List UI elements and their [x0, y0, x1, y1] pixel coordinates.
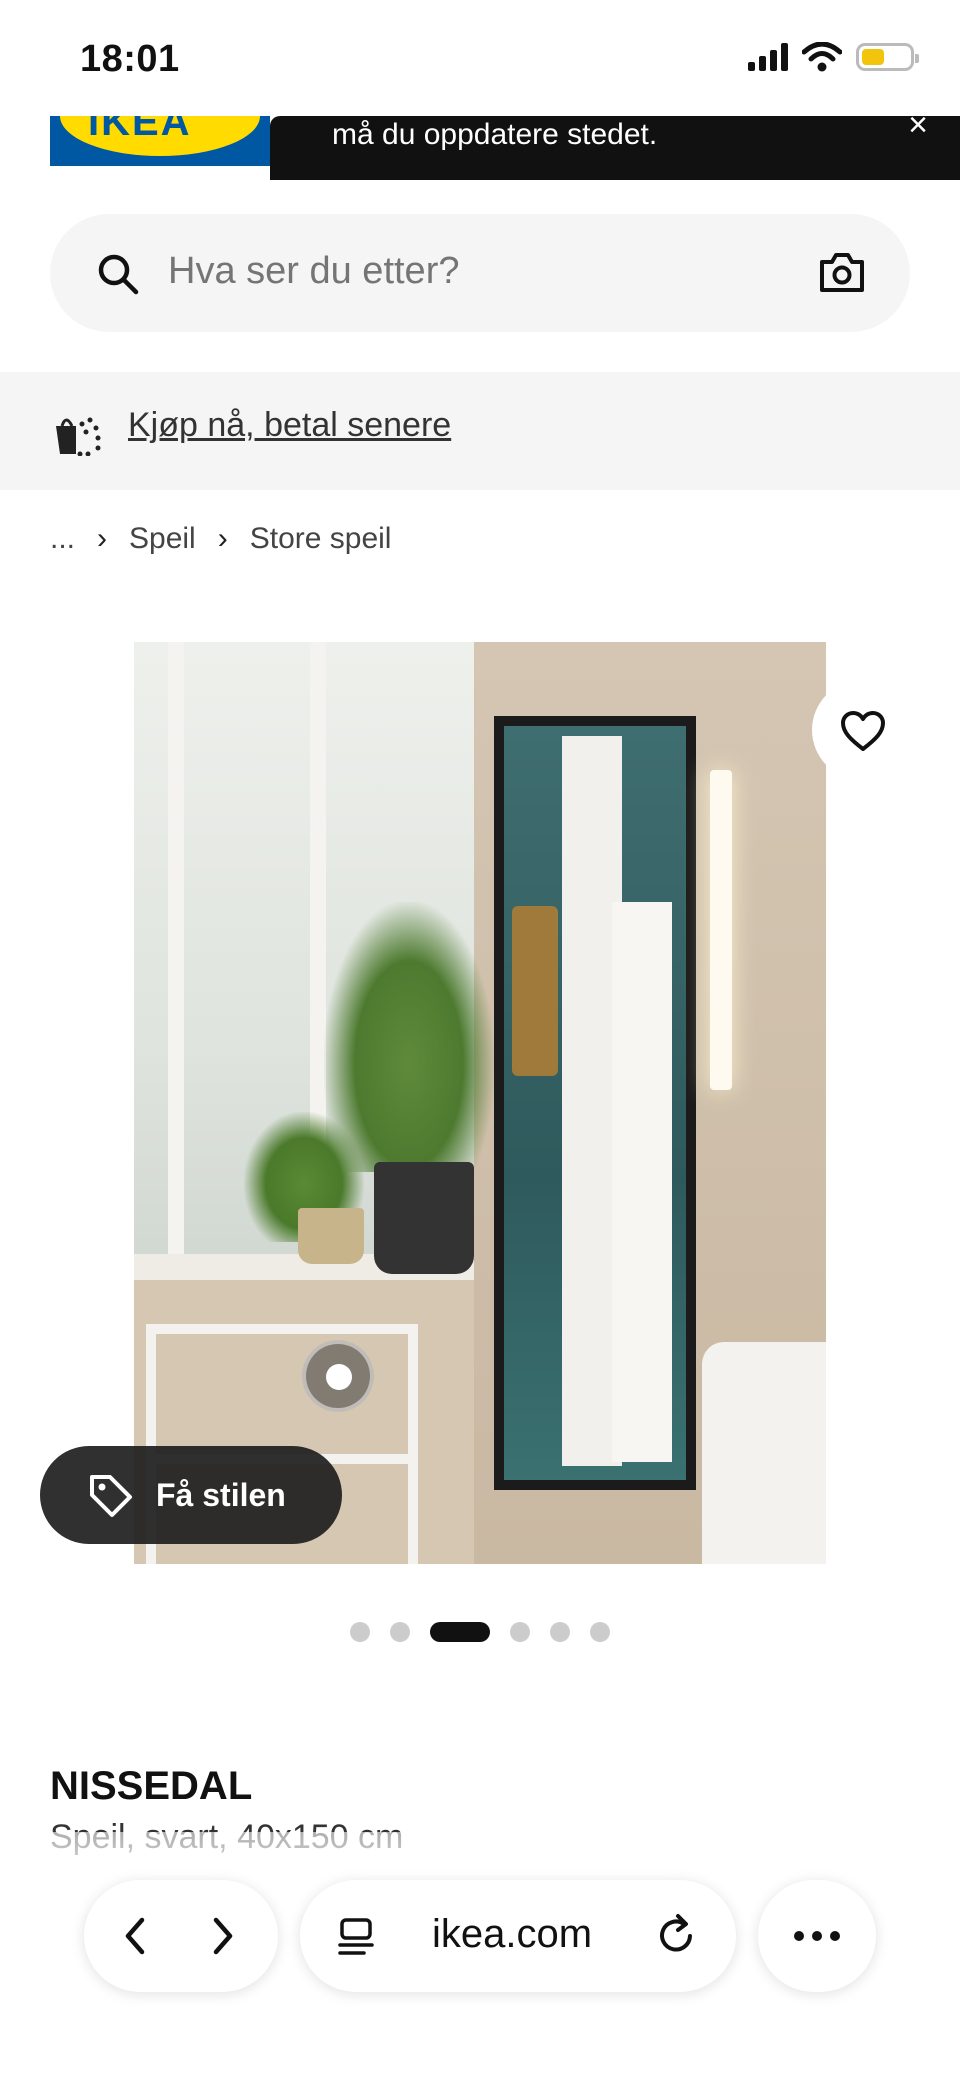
browser-nav-pill	[84, 1880, 278, 1992]
image-pot	[374, 1162, 474, 1274]
product-hotspot[interactable]	[302, 1340, 374, 1412]
favorite-button[interactable]	[812, 680, 912, 780]
breadcrumb: ... › Speil › Store speil	[50, 522, 391, 556]
reader-mode-icon[interactable]	[336, 1914, 376, 1958]
product-image[interactable]	[134, 642, 826, 1564]
status-icons	[748, 42, 919, 72]
address-bar[interactable]: ikea.com	[300, 1880, 736, 1992]
search-input[interactable]	[168, 250, 728, 293]
promo-banner: Kjøp nå, betal senere	[0, 372, 960, 490]
camera-icon[interactable]	[818, 250, 866, 294]
forward-icon[interactable]	[202, 1914, 242, 1958]
chevron-right-icon: ›	[217, 522, 228, 555]
breadcrumb-ellipsis[interactable]: ...	[50, 522, 75, 556]
bnpl-link[interactable]: Kjøp nå, betal senere	[128, 406, 451, 445]
cellular-signal-icon	[748, 43, 788, 71]
heart-icon	[841, 711, 885, 751]
carousel-dot[interactable]	[350, 1622, 370, 1642]
breadcrumb-store-speil[interactable]: Store speil	[250, 522, 392, 556]
more-icon	[794, 1931, 804, 1941]
carousel-dot[interactable]	[390, 1622, 410, 1642]
carousel-dot[interactable]	[590, 1622, 610, 1642]
image-mirror	[494, 716, 696, 1490]
chevron-right-icon: ›	[97, 522, 108, 555]
get-the-style-button[interactable]: Få stilen	[40, 1446, 342, 1544]
ikea-logo[interactable]: IKEA	[50, 116, 270, 166]
carousel-dot[interactable]	[550, 1622, 570, 1642]
close-icon[interactable]: ×	[908, 106, 928, 145]
breadcrumb-speil[interactable]: Speil	[129, 522, 196, 556]
search-icon	[98, 254, 139, 295]
battery-icon	[856, 43, 919, 71]
image-lamp	[710, 770, 732, 1090]
url-text[interactable]: ikea.com	[432, 1912, 592, 1957]
status-time: 18:01	[80, 38, 180, 80]
get-the-style-label: Få stilen	[156, 1476, 286, 1513]
carousel-dot-active[interactable]	[430, 1622, 490, 1642]
reload-icon[interactable]	[654, 1912, 698, 1958]
logo-text: IKEA	[88, 116, 192, 144]
location-toast: må du oppdatere stedet. ×	[270, 106, 960, 180]
back-icon[interactable]	[116, 1914, 156, 1958]
status-bar: 18:01	[0, 0, 960, 116]
carousel-dot[interactable]	[510, 1622, 530, 1642]
more-options-button[interactable]	[758, 1880, 876, 1992]
carousel-dots	[0, 1622, 960, 1642]
search-bar[interactable]	[50, 214, 910, 332]
toast-message: må du oppdatere stedet.	[332, 118, 658, 151]
product-name: NISSEDAL	[50, 1764, 253, 1808]
wifi-icon	[802, 42, 842, 72]
shopping-bag-icon	[56, 417, 101, 456]
tag-icon	[90, 1475, 132, 1517]
